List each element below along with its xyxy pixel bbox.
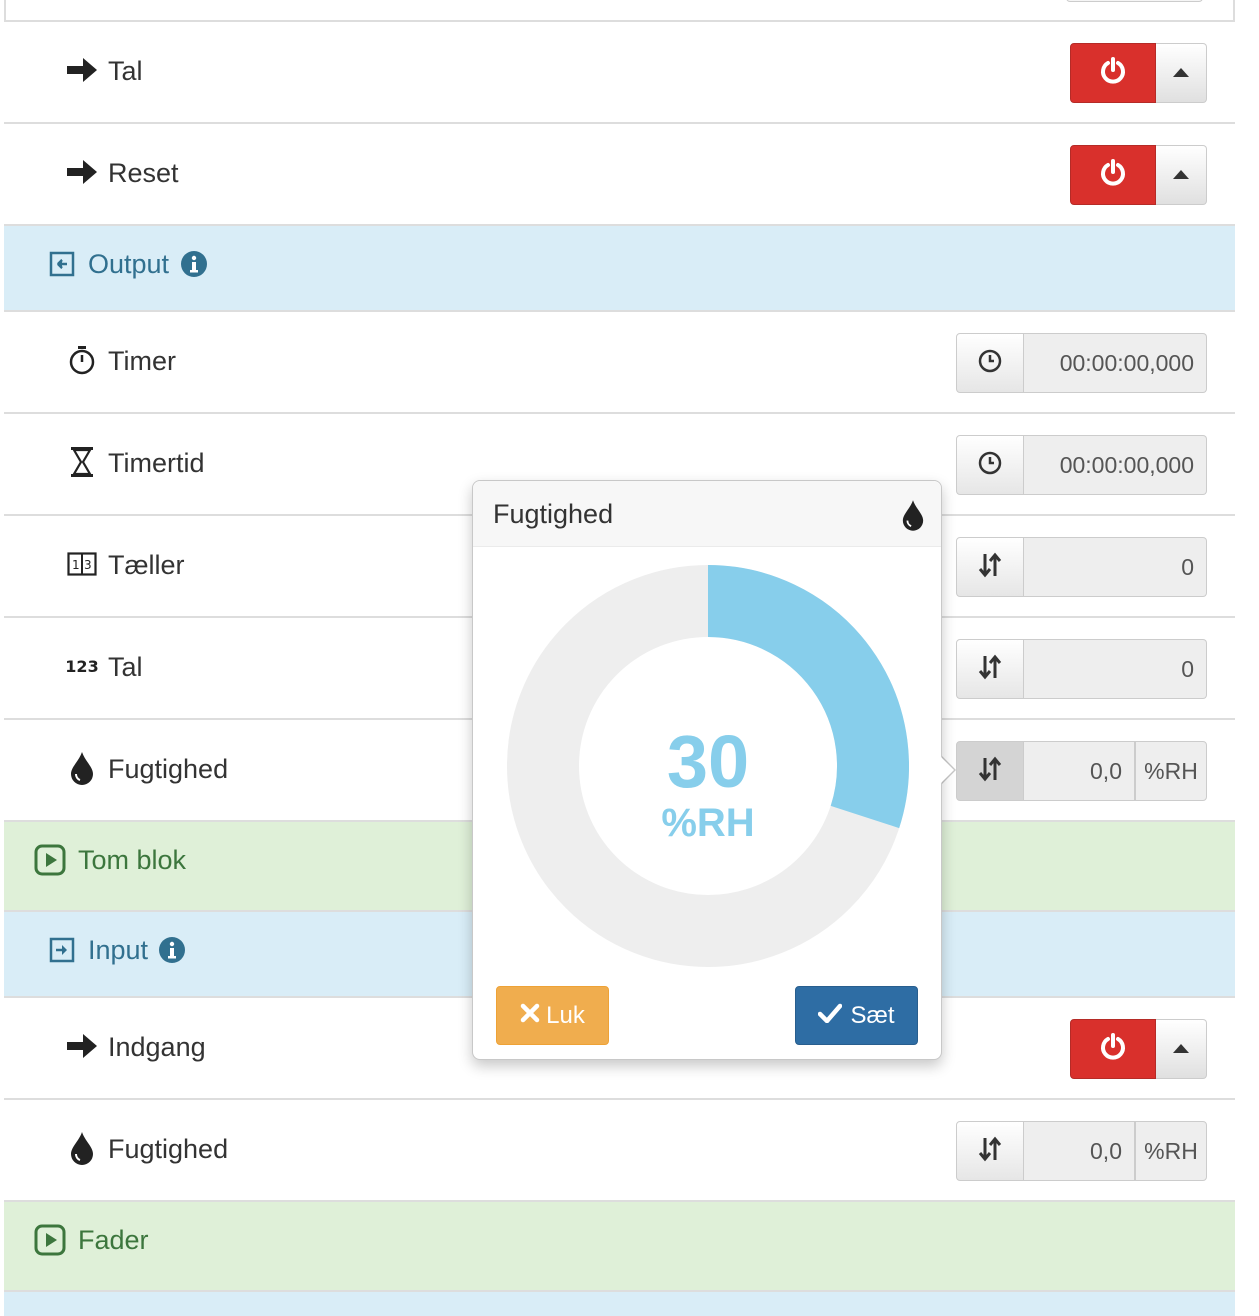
section-title: Input xyxy=(88,935,149,965)
counter-icon: 13 xyxy=(64,546,100,582)
taeller-value-field[interactable]: 0 xyxy=(1024,537,1207,597)
tint-icon xyxy=(64,750,100,786)
row-label: Fugtighed xyxy=(108,1134,229,1164)
gauge-value: 30 xyxy=(667,720,749,803)
row-label: Timer xyxy=(108,346,176,376)
row-reset-toggle: Reset xyxy=(4,122,1235,224)
clock-addon-button[interactable] xyxy=(956,435,1024,495)
sort-addon-button[interactable] xyxy=(956,741,1024,801)
power-icon xyxy=(1099,56,1127,90)
row-timer: Timer 00:00:00,000 xyxy=(4,310,1235,412)
set-button-label: Sæt xyxy=(850,1001,895,1029)
section-header-output[interactable]: Output xyxy=(4,224,1235,310)
info-sign-icon[interactable] xyxy=(158,936,186,964)
dropdown-toggle-button[interactable] xyxy=(1156,1019,1207,1079)
unit-label: %RH xyxy=(1135,741,1207,801)
row-fugtighed-input: Fugtighed 0,0 %RH xyxy=(4,1098,1235,1200)
power-toggle-button[interactable] xyxy=(1070,145,1156,205)
timertid-value-field[interactable]: 00:00:00,000 xyxy=(1024,435,1207,495)
play-square-icon xyxy=(34,844,66,876)
fugtighed-value-field[interactable]: 0,0 xyxy=(1024,1121,1135,1181)
sort-addon-button[interactable] xyxy=(956,537,1024,597)
tal-value-field[interactable]: 0 xyxy=(1024,639,1207,699)
log-out-icon xyxy=(48,250,76,278)
tint-icon xyxy=(901,499,929,531)
arrow-right-icon xyxy=(64,52,100,88)
section-header-next xyxy=(4,1290,1235,1316)
number-icon: 123 xyxy=(65,656,99,676)
sort-icon xyxy=(977,1136,1003,1167)
ok-icon xyxy=(818,1002,843,1030)
section-title: Output xyxy=(88,249,170,279)
arrow-right-icon xyxy=(64,154,100,190)
fugtighed-value-field[interactable]: 0,0 xyxy=(1024,741,1135,801)
row-label: Timertid xyxy=(108,448,205,478)
close-button[interactable]: Luk xyxy=(496,986,609,1045)
unit-label: %RH xyxy=(1135,1121,1207,1181)
section-header-fader[interactable]: Fader xyxy=(4,1200,1235,1290)
humidity-popover: Fugtighed 30 %RH Luk Sæt xyxy=(472,480,942,1060)
caret-up-icon xyxy=(1173,166,1189,184)
hourglass-icon xyxy=(64,444,100,480)
svg-text:3: 3 xyxy=(84,558,92,572)
play-square-icon xyxy=(34,1224,66,1256)
caret-up-icon xyxy=(1173,64,1189,82)
stopwatch-icon xyxy=(64,342,100,378)
gauge-unit: %RH xyxy=(661,801,754,845)
row-label: Indgang xyxy=(108,1032,206,1062)
arrow-right-icon xyxy=(64,1028,100,1064)
popover-header: Fugtighed xyxy=(473,481,941,547)
row-label: Tal xyxy=(108,56,143,86)
row-label: Tal xyxy=(108,652,143,682)
row-label: Fugtighed xyxy=(108,754,229,784)
popover-arrow-inner xyxy=(938,754,954,786)
row-tal-toggle: Tal xyxy=(4,20,1235,122)
caret-up-icon xyxy=(1173,1040,1189,1058)
remove-icon xyxy=(520,1002,540,1030)
svg-text:1: 1 xyxy=(72,558,80,572)
popover-title: Fugtighed xyxy=(493,499,614,529)
clock-icon xyxy=(978,451,1002,480)
power-toggle-button[interactable] xyxy=(1070,43,1156,103)
tint-icon xyxy=(64,1130,100,1166)
row-label: Tæller xyxy=(108,550,185,580)
sort-addon-button[interactable] xyxy=(956,639,1024,699)
humidity-gauge[interactable]: 30 %RH xyxy=(507,565,909,967)
sort-icon xyxy=(977,552,1003,583)
sort-icon xyxy=(977,654,1003,685)
section-title: Fader xyxy=(78,1225,149,1255)
previous-control-edge xyxy=(1066,0,1203,2)
power-icon xyxy=(1099,1032,1127,1066)
set-button[interactable]: Sæt xyxy=(795,986,918,1045)
dropdown-toggle-button[interactable] xyxy=(1156,145,1207,205)
dropdown-toggle-button[interactable] xyxy=(1156,43,1207,103)
close-button-label: Luk xyxy=(546,1001,585,1029)
power-toggle-button[interactable] xyxy=(1070,1019,1156,1079)
info-sign-icon[interactable] xyxy=(180,250,208,278)
row-label: Reset xyxy=(108,158,179,188)
power-icon xyxy=(1099,158,1127,192)
sort-addon-button[interactable] xyxy=(956,1121,1024,1181)
section-title: Tom blok xyxy=(78,845,187,875)
timer-value-field[interactable]: 00:00:00,000 xyxy=(1024,333,1207,393)
sort-icon xyxy=(977,756,1003,787)
clock-icon xyxy=(978,349,1002,378)
clock-addon-button[interactable] xyxy=(956,333,1024,393)
log-in-icon xyxy=(48,936,76,964)
